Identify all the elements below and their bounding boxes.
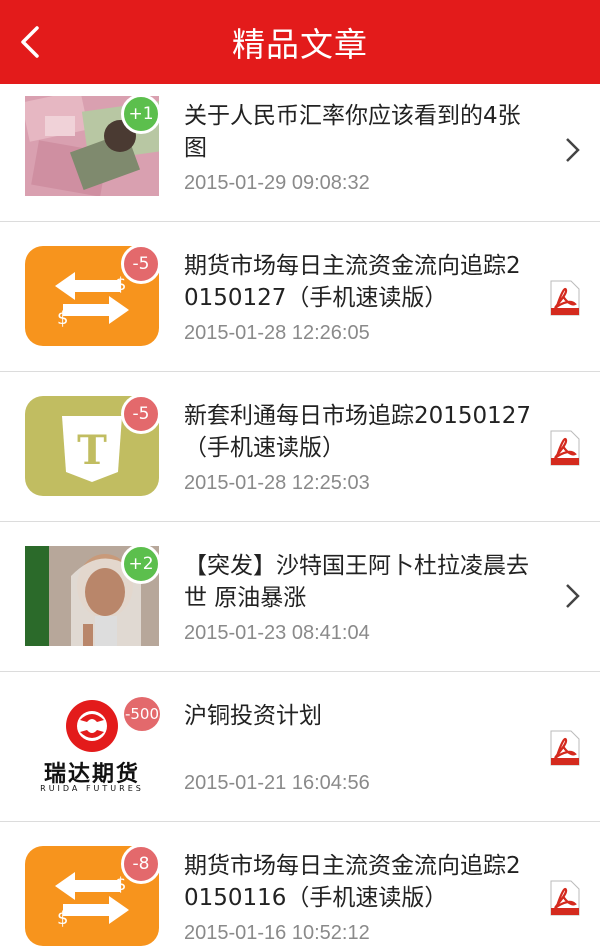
article-title: 新套利通每日市场追踪20150127（手机速读版） [184, 403, 532, 461]
article-date: 2015-01-21 16:04:56 [184, 772, 370, 794]
article-item[interactable]: T -5 新套利通每日市场追踪20150127（手机速读版） 2015-01-2… [0, 372, 600, 522]
article-title: 关于人民币汇率你应该看到的4张图 [184, 103, 521, 161]
pdf-icon[interactable] [549, 430, 581, 466]
article-item[interactable]: $ $ -8 期货市场每日主流资金流向追踪20150116（手机速读版） 201… [0, 822, 600, 947]
article-title: 期货市场每日主流资金流向追踪20150116（手机速读版） [184, 853, 521, 911]
pdf-icon[interactable] [549, 730, 581, 766]
article-date: 2015-01-23 08:41:04 [184, 622, 370, 644]
svg-text:$: $ [115, 874, 126, 895]
article-title: 沪铜投资计划 [184, 703, 322, 729]
pdf-icon[interactable] [549, 880, 581, 916]
score-badge: -5 [121, 244, 161, 284]
svg-text:$: $ [115, 274, 126, 295]
chevron-right-icon [566, 584, 580, 608]
app-header: 精品文章 [0, 0, 600, 84]
article-item[interactable]: 瑞达期货 RUIDA FUTURES -500 沪铜投资计划 2015-01-2… [0, 672, 600, 822]
logo-subtext: RUIDA FUTURES [40, 784, 144, 793]
article-title: 【突发】沙特国王阿卜杜拉凌晨去世 原油暴涨 [184, 553, 529, 611]
score-badge: -8 [121, 844, 161, 884]
svg-text:T: T [77, 427, 107, 474]
score-badge: +1 [121, 94, 161, 134]
svg-text:$: $ [57, 908, 68, 929]
score-badge: -500 [121, 694, 163, 734]
score-badge: -5 [121, 394, 161, 434]
chevron-left-icon [21, 26, 39, 58]
article-date: 2015-01-28 12:26:05 [184, 322, 370, 344]
pdf-icon[interactable] [549, 280, 581, 316]
back-button[interactable] [10, 20, 50, 64]
article-date: 2015-01-16 10:52:12 [184, 922, 370, 944]
svg-text:$: $ [57, 308, 68, 329]
article-date: 2015-01-29 09:08:32 [184, 172, 370, 194]
article-list: +1 关于人民币汇率你应该看到的4张图 2015-01-29 09:08:32 … [0, 84, 600, 947]
article-title: 期货市场每日主流资金流向追踪20150127（手机速读版） [184, 253, 521, 311]
article-item[interactable]: $ $ -5 期货市场每日主流资金流向追踪20150127（手机速读版） 201… [0, 222, 600, 372]
article-item[interactable]: +2 【突发】沙特国王阿卜杜拉凌晨去世 原油暴涨 2015-01-23 08:4… [0, 522, 600, 672]
page-title: 精品文章 [232, 25, 368, 64]
score-badge: +2 [121, 544, 161, 584]
chevron-right-icon [566, 138, 580, 162]
article-date: 2015-01-28 12:25:03 [184, 472, 370, 494]
article-item[interactable]: +1 关于人民币汇率你应该看到的4张图 2015-01-29 09:08:32 [0, 84, 600, 222]
